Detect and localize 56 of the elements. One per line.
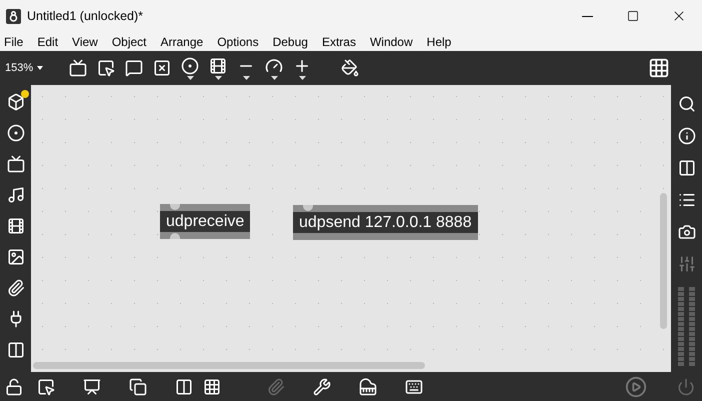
horizontal-scrollbar[interactable] <box>33 362 425 369</box>
presentation-icon[interactable] <box>83 378 101 396</box>
app-logo-icon <box>6 8 21 24</box>
paperclip-add-icon[interactable] <box>267 378 285 396</box>
level-meter-icon <box>678 287 695 367</box>
caret-icon <box>214 76 222 80</box>
wrench-icon[interactable] <box>313 378 331 396</box>
grid-icon[interactable] <box>648 57 670 79</box>
caret-icon <box>242 76 250 80</box>
object-box[interactable]: udpsend 127.0.0.1 8888 <box>293 205 478 240</box>
caret-icon <box>186 76 194 80</box>
sliders-icon[interactable] <box>678 255 696 273</box>
menu-item[interactable]: Extras <box>322 32 356 50</box>
object-text: udpreceive <box>166 214 244 230</box>
dial-icon[interactable] <box>265 56 283 74</box>
music-note-icon[interactable] <box>6 186 24 204</box>
menu-item[interactable]: Help <box>426 32 452 50</box>
list-icon[interactable] <box>678 191 696 209</box>
piano-icon[interactable] <box>359 378 377 396</box>
button-icon[interactable] <box>181 56 199 74</box>
paint-bucket-icon[interactable] <box>341 59 359 77</box>
info-icon[interactable] <box>678 127 696 145</box>
keyboard-icon[interactable] <box>405 378 423 396</box>
film-icon[interactable] <box>6 217 24 235</box>
image-icon[interactable] <box>6 248 24 266</box>
caret-icon <box>37 66 44 70</box>
window-title: Untitled1 (unlocked)* <box>27 8 144 25</box>
object-text: udpsend 127.0.0.1 8888 <box>299 214 472 230</box>
menu-item[interactable]: Options <box>217 32 259 50</box>
menu-item[interactable]: Arrange <box>160 32 204 50</box>
search-icon[interactable] <box>678 95 696 113</box>
power-icon[interactable] <box>677 378 695 396</box>
paperclip-icon[interactable] <box>6 279 24 297</box>
target-icon[interactable] <box>6 124 24 142</box>
camera-icon[interactable] <box>678 223 696 241</box>
patcher-canvas[interactable]: udpreceive udpsend 127.0.0.1 8888 <box>31 85 671 372</box>
cube-icon[interactable] <box>6 93 24 111</box>
grid-icon[interactable] <box>203 378 221 396</box>
play-circle-icon[interactable] <box>625 376 647 398</box>
menu-item[interactable]: View <box>72 32 98 50</box>
monitor-icon[interactable] <box>6 155 24 173</box>
menu-item[interactable]: Edit <box>37 32 58 50</box>
menu-item[interactable]: Debug <box>272 32 308 50</box>
caret-icon <box>298 76 306 80</box>
lock-icon[interactable] <box>5 378 23 396</box>
maximize-icon <box>627 10 639 22</box>
comment-icon[interactable] <box>125 59 143 77</box>
vertical-scrollbar[interactable] <box>660 193 667 329</box>
windows-icon[interactable] <box>129 378 147 396</box>
zoom-dropdown[interactable]: 153% <box>5 60 63 76</box>
toggle-icon[interactable] <box>153 59 171 77</box>
cursor-square-icon[interactable] <box>37 378 55 396</box>
caret-icon <box>270 76 278 80</box>
menu-item[interactable]: Object <box>112 32 147 50</box>
menu-item[interactable]: File <box>4 32 24 50</box>
menu-item[interactable]: Window <box>370 32 413 50</box>
